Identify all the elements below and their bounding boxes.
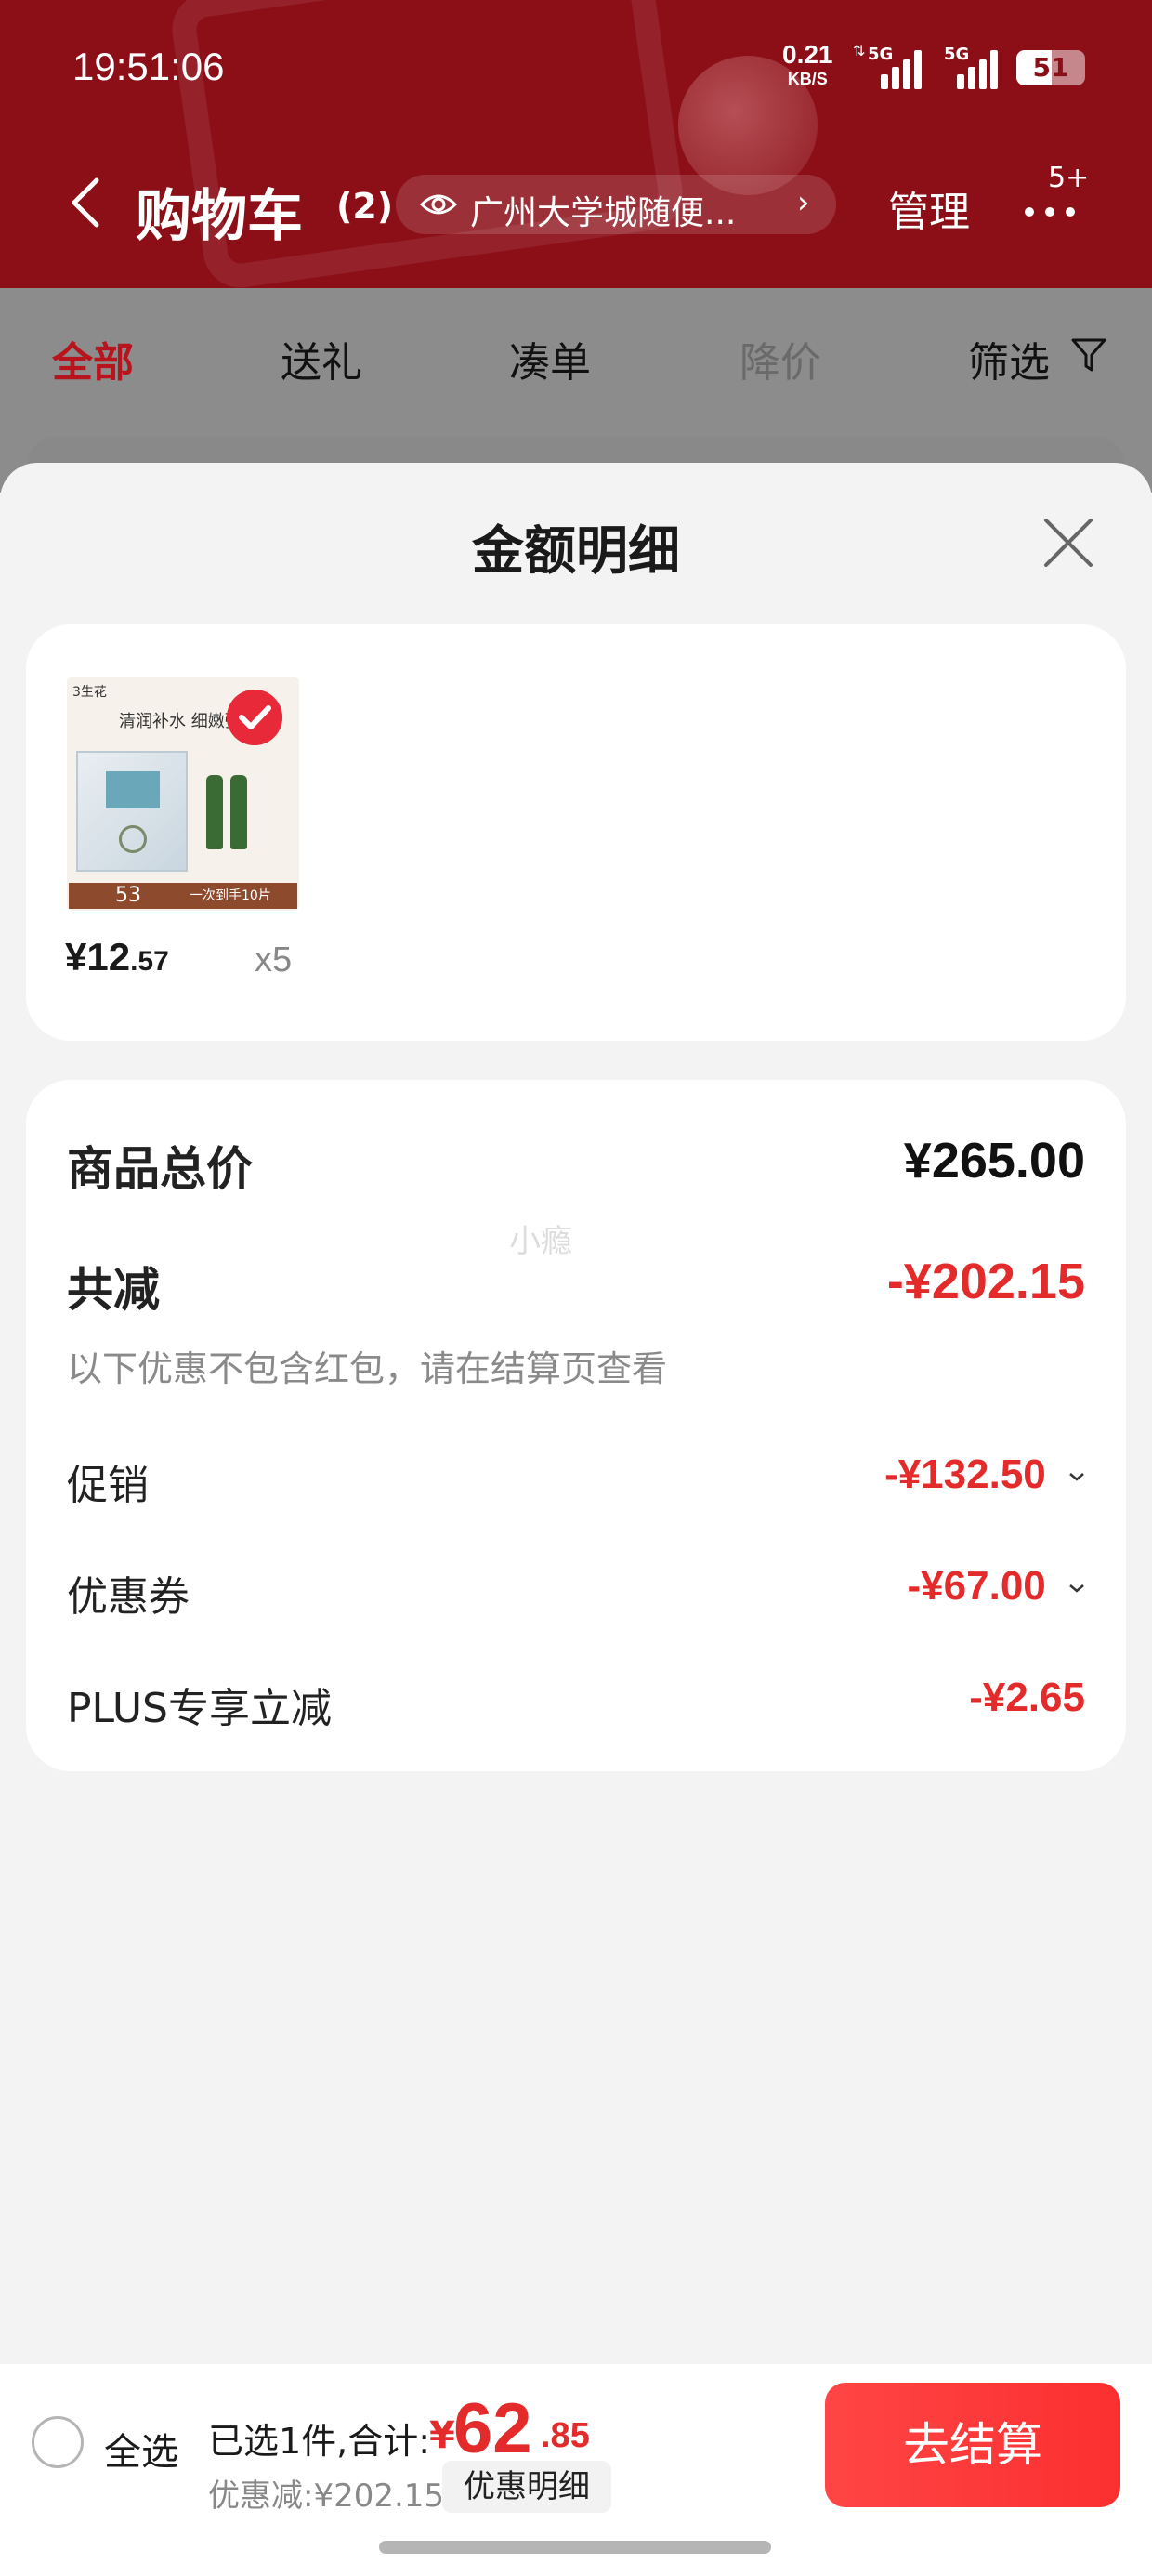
- discount-detail-button[interactable]: 优惠明细: [442, 2461, 611, 2513]
- checkout-button[interactable]: 去结算: [825, 2383, 1120, 2507]
- cart-count: (2): [336, 186, 394, 227]
- tab-gift[interactable]: 送礼: [281, 329, 362, 388]
- bottle-graphic: [230, 775, 247, 849]
- product-promo-strip: 53 一次到手10片: [69, 883, 297, 909]
- amount-detail-sheet: 金额明细 3生花 清润补水 细嫩弹 53 一次到手10片 ¥12.57 x5 商…: [0, 463, 1152, 2364]
- checkout-bar: 全选 已选1件,合计: ¥ 62 .85 优惠减:¥202.15 优惠明细 去结…: [0, 2364, 1152, 2576]
- promo-number: 53: [115, 884, 141, 907]
- chevron-right-icon: ›: [797, 184, 810, 221]
- chevron-down-icon: [1069, 1473, 1084, 1482]
- battery-level: 51: [1032, 52, 1069, 83]
- reduce-value: -¥202.15: [886, 1254, 1085, 1309]
- promo-text: 一次到手10片: [190, 888, 271, 903]
- bottle-graphic: [206, 775, 223, 849]
- product-slogan: 清润补水 细嫩弹: [119, 712, 242, 731]
- reduce-label: 共减: [67, 1263, 160, 1317]
- chevron-down-icon: [1069, 1584, 1084, 1594]
- signal-icon-2: 5G: [944, 45, 1000, 89]
- discount-summary: 优惠减:¥202.15: [208, 2477, 445, 2515]
- filter-tabs: 全部 送礼 凑单 降价 筛选: [0, 288, 1152, 437]
- network-type-1: 5G: [868, 45, 894, 64]
- promotion-row-value[interactable]: -¥132.50: [884, 1452, 1085, 1498]
- product-quantity: x5: [255, 940, 293, 979]
- nav-bar: 购物车 (2) 广州大学城随便... › 管理 5+: [0, 149, 1152, 269]
- status-bar: 19:51:06 0.21 KB/S ⇅ 5G 5G 51: [0, 0, 1152, 130]
- network-speed: 0.21 KB/S: [782, 40, 833, 91]
- watermark-text: 小瘾: [509, 1223, 572, 1260]
- data-arrows-icon: ⇅: [853, 42, 866, 59]
- battery-icon: 51: [1016, 50, 1085, 85]
- promotion-label: 促销: [67, 1462, 149, 1509]
- coupon-row-value[interactable]: -¥67.00: [908, 1563, 1085, 1610]
- total-symbol: ¥: [429, 2414, 455, 2457]
- status-time: 19:51:06: [72, 45, 225, 88]
- home-indicator[interactable]: [379, 2541, 771, 2554]
- product-brand: 3生花: [72, 685, 107, 700]
- back-icon[interactable]: [67, 175, 104, 230]
- price-integer: 12: [86, 935, 131, 979]
- eye-icon: [420, 194, 457, 215]
- selected-summary: 已选1件,合计:: [208, 2421, 431, 2462]
- summary-card: 商品总价 ¥265.00 小瘾 共减 -¥202.15 以下优惠不包含红包，请在…: [26, 1080, 1126, 1771]
- plus-label: PLUS专享立减: [67, 1685, 332, 1732]
- total-label: 商品总价: [67, 1142, 253, 1196]
- checkmark-icon: [227, 690, 282, 745]
- price-symbol: ¥: [65, 935, 87, 979]
- more-icon[interactable]: [1022, 190, 1087, 227]
- message-badge: 5+: [1048, 162, 1090, 194]
- tab-all[interactable]: 全部: [52, 329, 134, 388]
- total-integer: 62: [453, 2389, 532, 2468]
- total-decimal: .85: [541, 2416, 590, 2455]
- network-speed-value: 0.21: [782, 40, 833, 69]
- coupon-value: -¥67.00: [907, 1563, 1046, 1609]
- product-card: 3生花 清润补水 细嫩弹 53 一次到手10片 ¥12.57 x5: [26, 624, 1126, 1041]
- filter-icon: [1071, 338, 1106, 372]
- header: 19:51:06 0.21 KB/S ⇅ 5G 5G 51 购物车 (2) 广州…: [0, 0, 1152, 288]
- network-type-2: 5G: [944, 45, 970, 64]
- location-selector[interactable]: 广州大学城随便... ›: [396, 175, 836, 234]
- sheet-title: 金额明细: [472, 521, 680, 582]
- page-title: 购物车: [136, 184, 303, 249]
- total-value: ¥265.00: [903, 1133, 1085, 1189]
- signal-icon: 5G: [868, 45, 923, 89]
- coupon-label: 优惠券: [67, 1573, 190, 1621]
- select-all-checkbox[interactable]: [32, 2416, 84, 2468]
- network-speed-unit: KB/S: [787, 70, 828, 88]
- plus-value: -¥2.65: [969, 1675, 1085, 1720]
- tab-bundle[interactable]: 凑单: [509, 329, 591, 388]
- select-all-label[interactable]: 全选: [104, 2422, 178, 2476]
- discount-note: 以下优惠不包含红包，请在结算页查看: [67, 1348, 668, 1389]
- promotion-value: -¥132.50: [884, 1452, 1046, 1497]
- location-text: 广州大学城随便...: [470, 194, 737, 232]
- tab-filter[interactable]: 筛选: [968, 329, 1050, 388]
- close-icon[interactable]: [1041, 515, 1096, 571]
- product-price: ¥12.57: [65, 935, 169, 979]
- mask-pack-graphic: [76, 751, 188, 872]
- price-decimal: .57: [130, 946, 169, 977]
- tab-price-drop[interactable]: 降价: [740, 329, 821, 388]
- manage-button[interactable]: 管理: [888, 178, 970, 238]
